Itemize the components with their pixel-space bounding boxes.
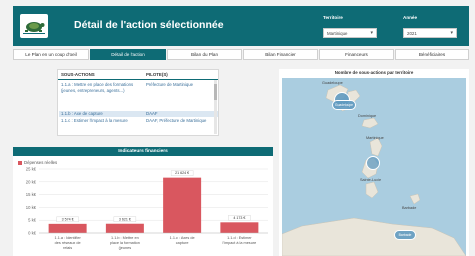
x-tick-label: des réseaux de bbox=[55, 241, 81, 245]
column-header-sub-actions: Sous-actions bbox=[61, 72, 95, 77]
tab-bar: Le Plan en un coup d'oeil Détail de l'ac… bbox=[13, 49, 469, 60]
y-tick-label: 5 k€ bbox=[28, 218, 37, 223]
agency-logo bbox=[20, 14, 48, 38]
table-cell-action[interactable]: 1.1.b : Axe de capture bbox=[61, 111, 143, 117]
x-tick-label: relais bbox=[63, 246, 72, 250]
tab-action-detail[interactable]: Détail de l'action bbox=[90, 49, 166, 60]
year-select-value: 2021 bbox=[407, 31, 417, 36]
table-scrollbar[interactable] bbox=[214, 80, 217, 134]
map-label-martinique: Martinique bbox=[366, 136, 384, 140]
expenses-bar-chart: 0 k€ 5 k€ 10 k€ 15 k€ 20 k€ 25 k€ 3 574 € 1.1.a… bbox=[26, 167, 268, 250]
chevron-down-icon: ▾ bbox=[370, 30, 373, 36]
table-cell-action[interactable]: 1.1.c : Estimer l'impact à la mesure bbox=[61, 118, 143, 124]
territory-select-value: Martinique bbox=[327, 31, 348, 36]
bar bbox=[220, 222, 259, 233]
x-tick-label: place la formation bbox=[110, 241, 140, 245]
tab-plan-review[interactable]: Bilan du Plan bbox=[167, 49, 242, 60]
y-tick-label: 15 k€ bbox=[26, 192, 37, 197]
financial-indicators-panel: Indicateurs financiers Dépenses réelles … bbox=[13, 147, 273, 256]
chevron-down-icon: ▾ bbox=[450, 30, 453, 36]
y-tick-label: 0 k€ bbox=[28, 231, 37, 236]
sub-actions-table: Sous-actions Pilote(s) 1.1.a : Mettre en… bbox=[57, 69, 219, 136]
x-tick-label: l'impact à la mesure bbox=[223, 241, 257, 245]
y-tick-label: 25 k€ bbox=[26, 167, 37, 172]
territory-filter-label: Territoire bbox=[323, 15, 343, 20]
bar bbox=[105, 223, 144, 233]
table-cell-action[interactable]: 1.1.a : Mettre en place des formations (… bbox=[61, 82, 143, 93]
tab-funders[interactable]: Financeurs bbox=[319, 49, 394, 60]
territory-select[interactable]: Martinique ▾ bbox=[323, 28, 377, 38]
turtle-logo-icon bbox=[23, 22, 45, 34]
scrollbar-thumb[interactable] bbox=[214, 84, 217, 100]
data-label: 21 624 € bbox=[175, 171, 189, 175]
map-bubble-barbados[interactable]: Barbade bbox=[394, 230, 416, 240]
tab-financial-review[interactable]: Bilan Financier bbox=[243, 49, 318, 60]
map-title: Nombre de sous-actions par territoire bbox=[334, 70, 414, 75]
page-header: Détail de l'action sélectionnée Territoi… bbox=[13, 6, 469, 46]
y-tick-label: 10 k€ bbox=[26, 205, 37, 210]
data-label: 4 173 € bbox=[233, 216, 245, 220]
x-tick-label: 1.1.a : Identifier bbox=[55, 236, 82, 240]
data-label: 3 621 € bbox=[119, 217, 131, 221]
bar bbox=[163, 177, 202, 233]
map-bubble-martinique[interactable] bbox=[366, 156, 380, 170]
caribbean-map[interactable]: Guadeloupe Dominique Martinique Sainte-L… bbox=[282, 78, 466, 256]
year-select[interactable]: 2021 ▾ bbox=[403, 28, 457, 38]
data-label: 3 574 € bbox=[62, 217, 74, 221]
header-divider bbox=[58, 79, 218, 80]
bar bbox=[48, 223, 87, 233]
map-label-saint-lucia: Sainte-Lucie bbox=[360, 178, 382, 182]
year-filter-label: Année bbox=[403, 15, 418, 20]
map-tooltip-guadeloupe: Guadeloupe bbox=[332, 100, 356, 110]
tab-beneficiaries[interactable]: Bénéficiaires bbox=[395, 49, 469, 60]
x-tick-label: capture bbox=[176, 241, 189, 245]
table-cell-pilot: DAAF, Préfecture de Martinique bbox=[146, 118, 207, 123]
map-label-dominica: Dominique bbox=[358, 114, 377, 118]
x-tick-label: 1.1.d : Estimer bbox=[227, 236, 252, 240]
page-title: Détail de l'action sélectionnée bbox=[74, 19, 224, 31]
map-label-barbados: Barbade bbox=[402, 206, 417, 210]
tab-plan-overview[interactable]: Le Plan en un coup d'oeil bbox=[13, 49, 89, 60]
table-cell-pilot: Préfecture de Martinique bbox=[146, 82, 194, 87]
y-tick-label: 20 k€ bbox=[26, 179, 37, 184]
x-tick-label: (jeunes bbox=[119, 246, 132, 250]
table-cell-pilot: DAAF bbox=[146, 111, 158, 116]
x-tick-label: 1.1.c : Axes de bbox=[170, 236, 195, 240]
x-tick-label: 1.1.b : Mettre en bbox=[111, 236, 139, 240]
map-label-guadeloupe: Guadeloupe bbox=[322, 81, 343, 85]
territory-map-panel: Nombre de sous-actions par territoire Gu… bbox=[279, 69, 469, 256]
column-header-pilots: Pilote(s) bbox=[146, 72, 168, 77]
